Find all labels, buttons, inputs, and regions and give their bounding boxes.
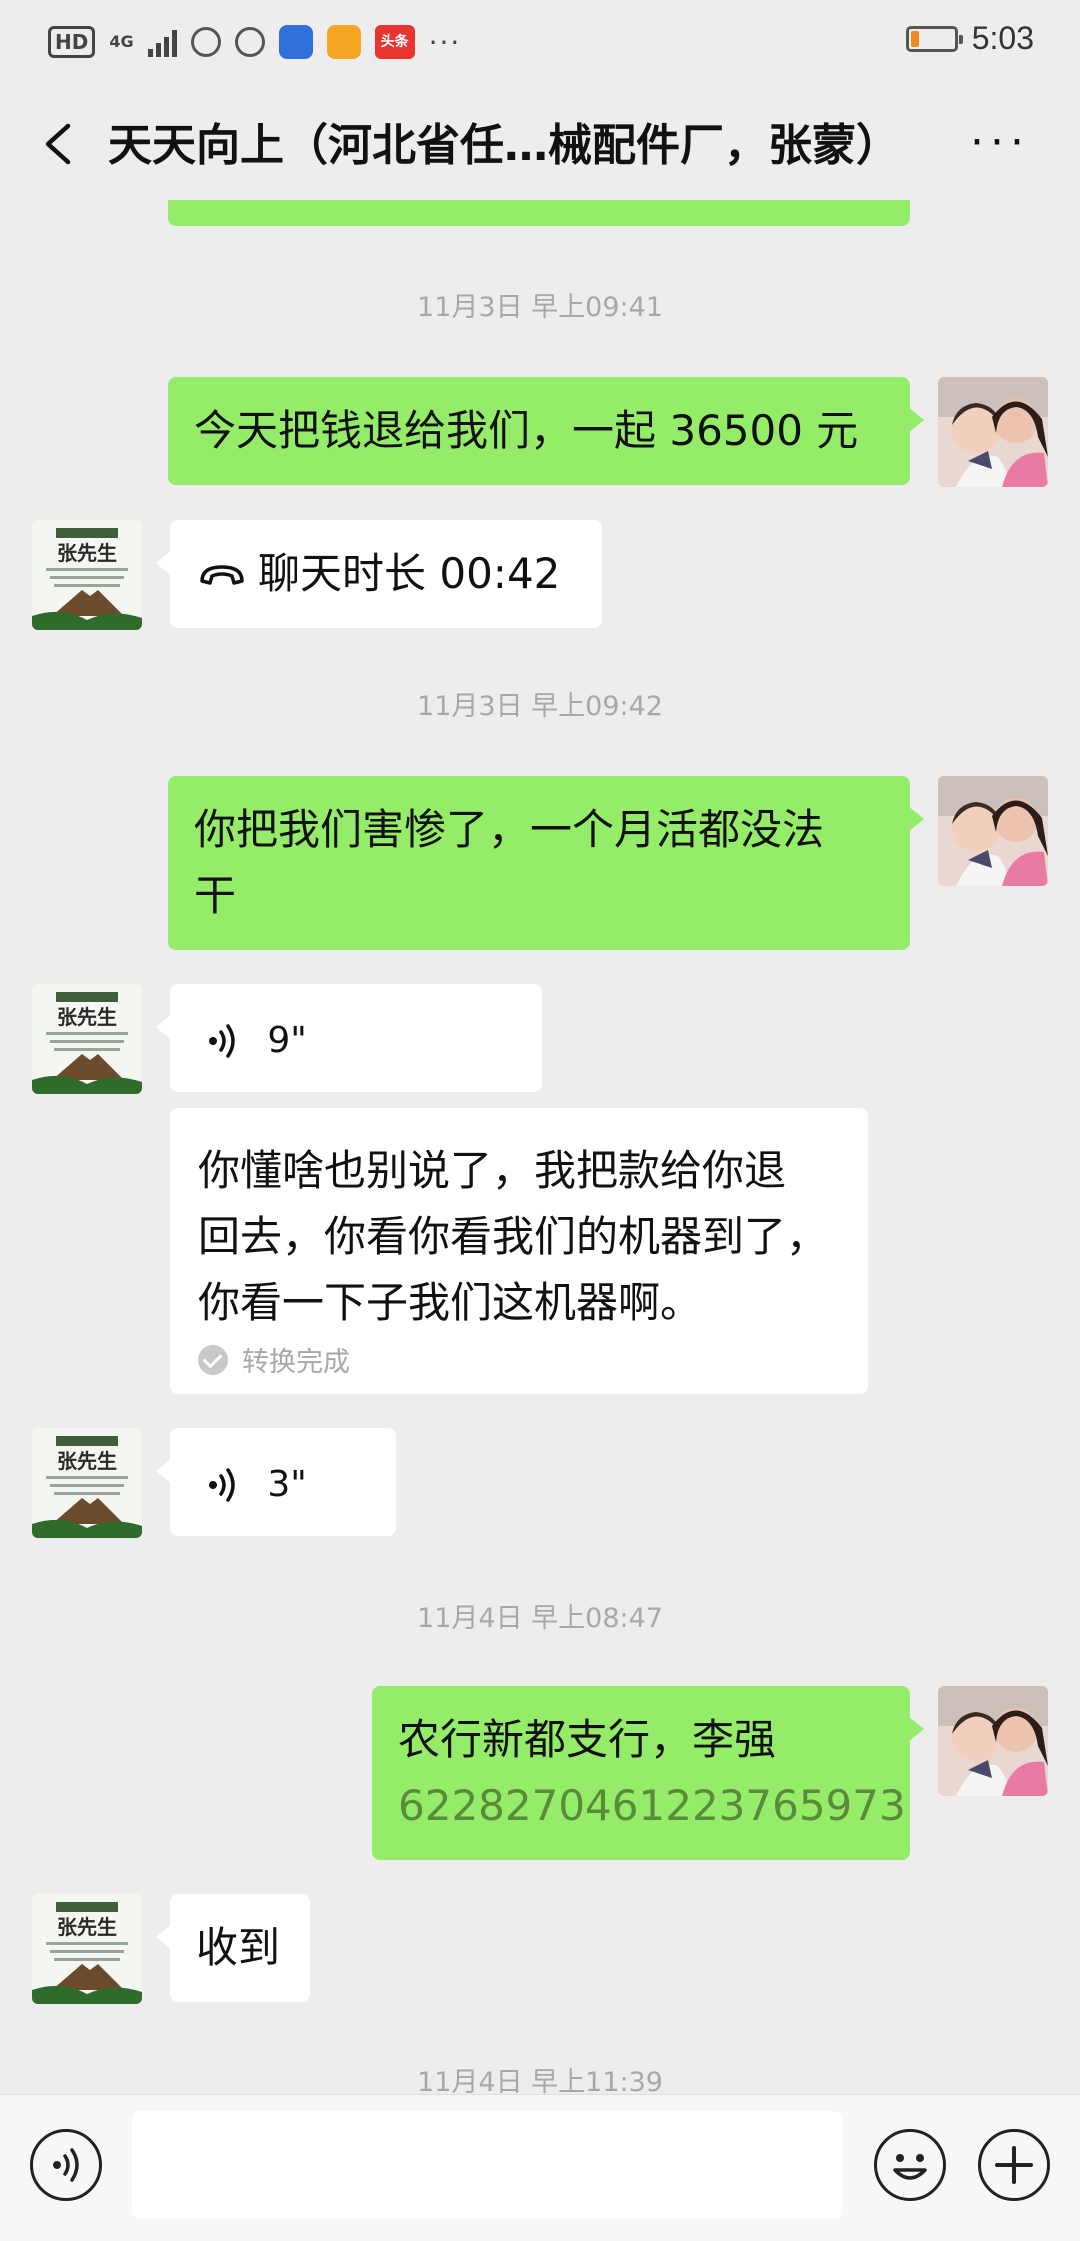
more-icon[interactable]: ··· (970, 121, 1030, 165)
message-bubble-incoming[interactable]: 聊天时长 00:42 (156, 520, 602, 628)
message-bubble-partial (168, 200, 910, 226)
hd-badge: HD (48, 26, 96, 58)
transcript-status: 转换完成 (198, 1340, 840, 1379)
more-notifications-icon: ··· (428, 25, 462, 59)
avatar-name: 张先生 (57, 1005, 117, 1029)
browser-icon (234, 27, 265, 57)
contact-avatar[interactable]: 张先生 (32, 1428, 142, 1538)
chat-input-bar (0, 2094, 1080, 2241)
uc-browser-icon (326, 25, 361, 59)
voice-wave-icon (209, 1467, 235, 1502)
message-text-line: 干 (194, 871, 237, 920)
timestamp: 11月3日 早上09:42 (417, 691, 663, 722)
plus-icon (995, 2146, 1033, 2184)
voice-message-bubble[interactable]: 3" (156, 1428, 396, 1536)
emoji-button[interactable] (874, 2129, 946, 2201)
voice-message-bubble[interactable]: 9" (156, 984, 542, 1092)
account-number-link[interactable]: 6228270461223765973 (398, 1773, 906, 1839)
contact-avatar[interactable]: 张先生 (32, 1894, 142, 2004)
clock: 5:03 (971, 20, 1034, 56)
transcript-line: 你懂啥也别说了，我把款给你退 (198, 1146, 787, 1195)
add-more-button[interactable] (978, 2129, 1050, 2201)
message-text: 今天把钱退给我们，一起 36500 元 (194, 406, 859, 455)
avatar-name: 张先生 (57, 541, 117, 565)
back-arrow-icon[interactable] (38, 122, 82, 166)
signal-icon (147, 27, 177, 57)
voice-transcript-card[interactable]: 你懂啥也别说了，我把款给你退 回去，你看你看我们的机器到了， 你看一下子我们这机… (170, 1108, 868, 1394)
self-avatar[interactable] (938, 776, 1048, 886)
self-avatar[interactable] (938, 377, 1048, 487)
voice-duration: 9" (267, 1019, 307, 1061)
voice-duration: 3" (267, 1463, 307, 1505)
contact-avatar[interactable]: 张先生 (32, 984, 142, 1094)
voice-wave-icon (209, 1023, 235, 1058)
chat-header: 天天向上（河北省任…械配件厂，张蒙） ··· (0, 80, 1080, 210)
battery-icon (905, 25, 963, 52)
message-bubble-outgoing[interactable]: 你把我们害惨了，一个月活都没法 干 (168, 776, 924, 950)
call-duration-text: 聊天时长 00:42 (258, 549, 561, 598)
transcript-line: 回去，你看你看我们的机器到了， (198, 1212, 829, 1261)
self-avatar[interactable] (938, 1686, 1048, 1796)
message-bubble-outgoing[interactable]: 今天把钱退给我们，一起 36500 元 (168, 377, 924, 485)
message-bubble-incoming[interactable]: 收到 (156, 1894, 310, 2002)
avatar-name: 张先生 (57, 1449, 117, 1473)
avatar-name: 张先生 (57, 1915, 117, 1939)
chat-title: 天天向上（河北省任…械配件厂，张蒙） (108, 120, 900, 171)
message-text-line: 你把我们害惨了，一个月活都没法 (194, 805, 825, 854)
emoji-icon (893, 2154, 927, 2180)
check-circle-icon (198, 1344, 228, 1375)
status-bar: HD 4G 头条 ··· 5:03 (0, 0, 1080, 80)
phone-hangup-icon (200, 565, 244, 585)
voice-input-button[interactable] (30, 2129, 102, 2201)
message-text: 收到 (196, 1923, 281, 1972)
timestamp: 11月3日 早上09:41 (417, 292, 663, 323)
timestamp: 11月4日 早上08:47 (417, 1603, 663, 1634)
hand-icon (190, 27, 221, 57)
message-text-line: 农行新都支行，李强 (398, 1715, 777, 1764)
transcript-status-text: 转换完成 (242, 1347, 350, 1378)
toutiao-icon: 头条 (374, 25, 415, 59)
transcript-line: 你看一下子我们这机器啊。 (198, 1278, 703, 1327)
message-input[interactable] (132, 2111, 842, 2219)
contact-avatar[interactable]: 张先生 (32, 520, 142, 630)
voice-icon (53, 2148, 79, 2182)
network-type: 4G (109, 32, 134, 51)
message-bubble-outgoing[interactable]: 农行新都支行，李强 6228270461223765973 (372, 1686, 924, 1860)
baidu-icon (278, 25, 313, 59)
